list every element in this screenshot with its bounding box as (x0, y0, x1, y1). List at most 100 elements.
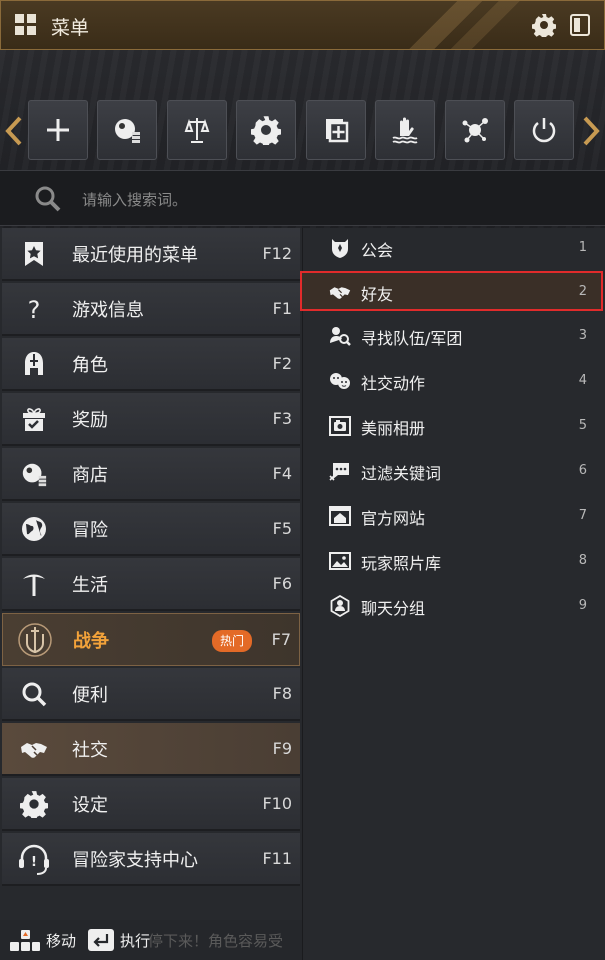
menu-item-game-info[interactable]: ? 游戏信息 F1 (2, 283, 300, 336)
panel-toggle-icon[interactable] (570, 14, 590, 36)
menu-item-label: 奖励 (72, 410, 108, 431)
menu-item-settings[interactable]: 设定 F10 (2, 778, 300, 831)
menu-item-label: 冒险家支持中心 (72, 850, 198, 871)
quick-add-button[interactable] (28, 100, 88, 160)
quick-settings-button[interactable] (236, 100, 296, 160)
menu-item-label: 最近使用的菜单 (72, 245, 198, 266)
gear-icon[interactable] (532, 13, 556, 37)
home-window-icon (329, 506, 351, 526)
gear-icon (20, 791, 48, 818)
submenu-item-album[interactable]: 美丽相册 5 (303, 406, 603, 446)
grid-icon[interactable] (15, 14, 37, 36)
submenu-item-official-site[interactable]: 官方网站 7 (303, 496, 603, 536)
sword-shield-icon (18, 623, 52, 657)
chat-group-icon (330, 595, 350, 617)
menu-item-rewards[interactable]: 奖励 F3 (2, 393, 300, 446)
execute-hint-label: 执行 (120, 932, 151, 950)
menu-item-shortcut: F8 (272, 684, 292, 703)
submenu-item-number: 4 (578, 373, 587, 388)
submenu-item-number: 2 (578, 284, 587, 299)
submenu-item-number: 7 (578, 508, 587, 523)
menu-item-shop[interactable]: 商店 F4 (2, 448, 300, 501)
picture-icon (329, 552, 351, 570)
menu-item-shortcut: F7 (271, 630, 291, 649)
menu-item-war[interactable]: 战争 热门 F7 (2, 613, 300, 666)
menu-item-shortcut: F3 (272, 409, 292, 428)
tip-ticker-text: 停下来！角色容易受 (148, 932, 284, 950)
shop-orb-icon (115, 119, 140, 143)
submenu-item-friends[interactable]: 好友 2 (300, 271, 603, 311)
arrow-keys-icon (10, 930, 40, 951)
submenu-item-number: 1 (578, 240, 587, 255)
network-node-icon (462, 118, 488, 143)
menu-item-label: 社交 (72, 740, 108, 761)
menu-title: 菜单 (51, 17, 90, 39)
menu-item-label: 冒险 (72, 520, 108, 541)
menu-item-label: 游戏信息 (72, 300, 144, 321)
shop-orb-icon (22, 463, 47, 487)
menu-item-label: 便利 (72, 685, 108, 706)
gift-icon (23, 408, 45, 431)
submenu-item-photo-gallery[interactable]: 玩家照片库 8 (303, 541, 603, 581)
chat-filter-icon (329, 463, 349, 481)
search-icon (35, 186, 61, 212)
hot-badge: 热门 (212, 630, 253, 652)
emote-icon (330, 373, 350, 389)
scroll-right-arrow-icon[interactable] (581, 116, 601, 146)
menu-item-label: 战争 (73, 631, 109, 652)
star-bookmark-icon (25, 242, 43, 266)
submenu-item-keyword-filter[interactable]: 过滤关键词 6 (303, 451, 603, 491)
menu-item-label: 角色 (72, 355, 108, 376)
submenu-item-label: 公会 (361, 241, 394, 260)
quick-add-frame-button[interactable] (306, 100, 366, 160)
menu-header: 菜单 (0, 0, 605, 50)
submenu-item-emotes[interactable]: 社交动作 4 (303, 361, 603, 401)
menu-item-social[interactable]: 社交 F9 (2, 723, 300, 776)
social-submenu: 公会 1 好友 2 寻找队伍/军团 3 社交动作 4 美丽相册 5 过滤关键词 … (300, 228, 605, 960)
submenu-item-label: 社交动作 (361, 374, 426, 393)
scroll-left-arrow-icon[interactable] (4, 116, 24, 146)
menu-item-shortcut: F6 (272, 574, 292, 593)
menu-item-shortcut: F10 (262, 794, 292, 813)
add-frame-icon (326, 119, 349, 143)
quick-network-button[interactable] (445, 100, 505, 160)
submenu-item-label: 官方网站 (361, 509, 426, 528)
menu-item-recent[interactable]: 最近使用的菜单 F12 (2, 228, 300, 281)
quick-shop-button[interactable] (97, 100, 157, 160)
submenu-item-guild[interactable]: 公会 1 (303, 228, 603, 268)
svg-text:!: ! (31, 855, 37, 870)
plus-icon (47, 119, 69, 141)
key-hint-bar: 停下来！角色容易受 移动 执行 (0, 920, 302, 960)
submenu-item-chat-groups[interactable]: 聊天分组 9 (303, 586, 603, 626)
move-hint-label: 移动 (46, 932, 77, 950)
menu-item-shortcut: F4 (272, 464, 292, 483)
submenu-item-number: 6 (578, 463, 587, 478)
submenu-item-number: 5 (578, 418, 587, 433)
knight-helmet-icon (25, 352, 43, 375)
main-menu: 最近使用的菜单 F12 ? 游戏信息 F1 角色 F2 奖励 F3 商店 F4 (0, 228, 302, 960)
menu-item-label: 商店 (72, 465, 108, 486)
menu-item-support[interactable]: ! 冒险家支持中心 F11 (2, 833, 300, 886)
submenu-item-label: 寻找队伍/军团 (361, 329, 463, 348)
menu-item-convenience[interactable]: 便利 F8 (2, 668, 300, 721)
submenu-item-label: 美丽相册 (361, 419, 426, 438)
enter-key-icon (88, 929, 114, 951)
search-bar (0, 170, 605, 226)
menu-item-life[interactable]: 生活 F6 (2, 558, 300, 611)
menu-item-character[interactable]: 角色 F2 (2, 338, 300, 391)
handshake-icon (329, 287, 351, 299)
submenu-item-number: 8 (578, 553, 587, 568)
menu-item-label: 生活 (72, 575, 108, 596)
submenu-item-number: 3 (578, 328, 587, 343)
headset-icon: ! (19, 844, 49, 875)
search-input[interactable] (80, 185, 564, 215)
submenu-item-find-party[interactable]: 寻找队伍/军团 3 (303, 316, 603, 356)
submenu-item-number: 9 (578, 598, 587, 613)
quick-trade-button[interactable] (167, 100, 227, 160)
menu-item-adventure[interactable]: 冒险 F5 (2, 503, 300, 556)
svg-text:?: ? (28, 296, 41, 323)
submenu-item-label: 好友 (361, 285, 394, 304)
submenu-item-label: 过滤关键词 (361, 464, 442, 483)
quick-hand-button[interactable] (375, 100, 435, 160)
quick-power-button[interactable] (514, 100, 574, 160)
